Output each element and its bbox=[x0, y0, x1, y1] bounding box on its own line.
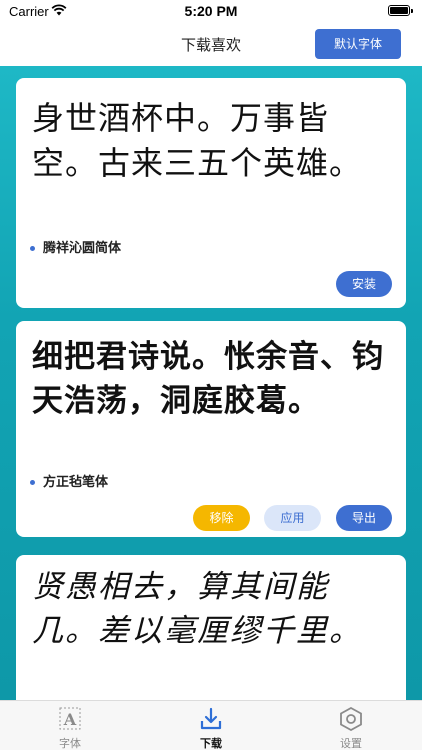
nav-bar: 下载喜欢 默认字体 bbox=[0, 22, 422, 66]
settings-icon bbox=[340, 707, 362, 731]
font-card: 细把君诗说。怅余音、钧天浩荡，洞庭胶葛。 方正毡笔体 移除 应用 导出 bbox=[16, 321, 406, 537]
font-name-text: 腾祥沁圆简体 bbox=[43, 241, 122, 256]
font-sample-text: 细把君诗说。怅余音、钧天浩荡，洞庭胶葛。 bbox=[32, 339, 384, 419]
tab-bar: A 字体 下载 设置 bbox=[0, 700, 422, 750]
remove-button[interactable]: 移除 bbox=[193, 505, 250, 531]
bullet-dot bbox=[30, 480, 35, 485]
download-icon bbox=[200, 707, 222, 730]
font-card: 身世酒杯中。万事皆空。古来三五个英雄。 腾祥沁圆简体 安装 bbox=[16, 78, 406, 308]
font-name-label: 方正毡笔体 bbox=[30, 471, 108, 490]
battery-icon bbox=[388, 5, 413, 16]
font-list[interactable]: 身世酒杯中。万事皆空。古来三五个英雄。 腾祥沁圆简体 安装 细把君诗说。怅余音、… bbox=[0, 66, 422, 700]
font-card: 贤愚相去，算其间能几。差以毫厘缪千里。 bbox=[16, 555, 406, 700]
clock: 5:20 PM bbox=[184, 3, 238, 19]
font-name-text: 方正毡笔体 bbox=[43, 475, 109, 490]
font-icon: A bbox=[59, 707, 81, 730]
tab-label: 下载 bbox=[200, 737, 222, 750]
apply-button[interactable]: 应用 bbox=[264, 505, 321, 531]
font-sample-text: 身世酒杯中。万事皆空。古来三五个英雄。 bbox=[32, 99, 363, 182]
tab-label: 字体 bbox=[59, 737, 81, 750]
font-sample-text: 贤愚相去，算其间能几。差以毫厘缪千里。 bbox=[32, 569, 362, 649]
tab-font[interactable]: A 字体 bbox=[0, 701, 140, 750]
font-name-label: 腾祥沁圆简体 bbox=[30, 237, 121, 256]
bullet-dot bbox=[30, 246, 35, 251]
tab-settings[interactable]: 设置 bbox=[281, 701, 421, 750]
default-font-button[interactable]: 默认字体 bbox=[315, 29, 401, 59]
svg-text:A: A bbox=[63, 710, 77, 729]
status-bar: Carrier 5:20 PM bbox=[0, 0, 422, 22]
export-button[interactable]: 导出 bbox=[336, 505, 392, 531]
install-button[interactable]: 安装 bbox=[336, 271, 392, 297]
tab-label: 设置 bbox=[340, 737, 362, 750]
tab-download[interactable]: 下载 bbox=[141, 701, 281, 750]
